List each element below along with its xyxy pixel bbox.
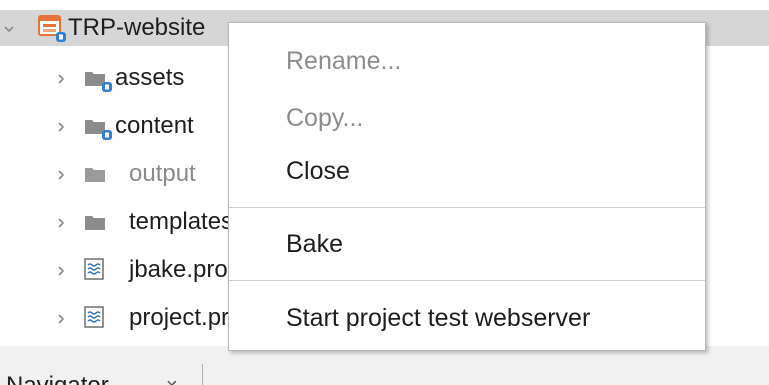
close-icon[interactable]: × [166,371,178,385]
tree-item-label: content [115,112,194,139]
context-menu: Rename... Copy... Close Bake Start proje… [228,22,706,351]
repository-badge-icon [101,129,113,141]
tree-item-label: assets [115,64,185,91]
tree-item-label: templates [129,208,234,235]
menu-item-rename[interactable]: Rename... [229,41,705,81]
menu-item-label: Copy... [286,104,364,132]
menu-item-label: Start project test webserver [286,304,591,332]
menu-item-label: Bake [286,230,343,258]
menu-item-label: Rename... [286,47,402,75]
chevron-right-icon[interactable] [56,74,66,84]
folder-icon [84,213,106,231]
folder-icon [84,165,106,183]
chevron-right-icon[interactable] [56,122,66,132]
chevron-right-icon[interactable] [56,170,66,180]
project-explorer-view: TRP-website assets content output templa… [0,0,769,385]
chevron-down-icon[interactable] [4,24,14,34]
menu-separator [229,207,705,208]
properties-file-icon [84,258,104,280]
tab-divider [202,364,203,385]
chevron-right-icon[interactable] [56,218,66,228]
bottom-panel-tabbar: Navigator × [0,346,769,385]
tab-navigator[interactable]: Navigator [6,371,109,385]
tree-item-label: output [129,160,196,187]
menu-item-start-webserver[interactable]: Start project test webserver [229,298,705,338]
properties-file-icon [84,306,104,328]
menu-item-bake[interactable]: Bake [229,224,705,264]
menu-item-close[interactable]: Close [229,151,705,191]
repository-badge-icon [101,81,113,93]
menu-item-copy[interactable]: Copy... [229,98,705,138]
menu-item-label: Close [286,157,350,185]
menu-separator [229,280,705,281]
tree-item-label: TRP-website [68,14,206,41]
repository-badge-icon [55,31,67,43]
chevron-right-icon[interactable] [56,266,66,276]
chevron-right-icon[interactable] [56,314,66,324]
